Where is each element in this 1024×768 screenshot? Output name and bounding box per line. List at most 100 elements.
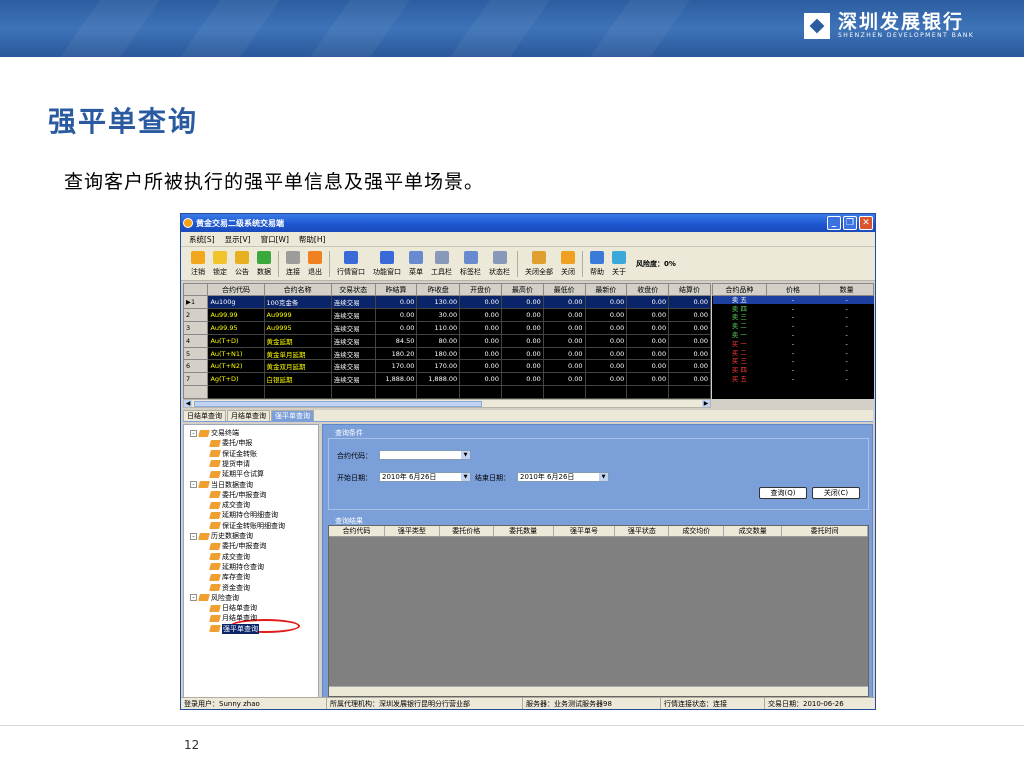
- tree-item[interactable]: 资金查询: [209, 583, 250, 593]
- app-icon: [183, 218, 193, 228]
- result-column-header[interactable]: 强平状态: [615, 526, 670, 536]
- result-column-header[interactable]: 强平单号: [554, 526, 616, 536]
- depth-row[interactable]: 卖 三--: [712, 313, 874, 322]
- tab-monthly-statement[interactable]: 月结单查询: [227, 410, 270, 421]
- result-column-header[interactable]: 强平类型: [385, 526, 440, 536]
- tree-item[interactable]: 委托/申报: [209, 438, 252, 448]
- scroll-left-icon[interactable]: ◀: [184, 400, 192, 407]
- scroll-thumb[interactable]: [194, 401, 482, 407]
- close-window-button[interactable]: ✕: [859, 216, 873, 230]
- tree-item[interactable]: 延期平仓试算: [209, 469, 264, 479]
- depth-row[interactable]: 买 三--: [713, 357, 874, 366]
- tree-toggle-icon[interactable]: -: [190, 532, 197, 540]
- result-column-header[interactable]: 委托数量: [494, 526, 554, 536]
- menu-window[interactable]: 窗口[W]: [261, 234, 289, 245]
- chevron-down-icon[interactable]: ▼: [461, 451, 470, 459]
- tree-toggle-icon[interactable]: -: [190, 429, 197, 437]
- tree-group[interactable]: - 交易终端: [190, 428, 239, 438]
- toolbar-button[interactable]: 菜单: [405, 248, 427, 280]
- depth-row[interactable]: 买 二--: [713, 348, 874, 357]
- quote-header: 昨结算: [374, 283, 418, 296]
- toolbar-button[interactable]: 退出: [304, 248, 326, 280]
- table-row[interactable]: 7 Ag(T+D) 白银延期 连续交易 1,888.00 1,888.00 0.00 0.00…: [183, 372, 711, 387]
- toolbar-button[interactable]: 关闭: [557, 248, 579, 280]
- table-row[interactable]: 3 Au99.95 Au9995 连续交易 0.00 110.00 0.00 0.00 0.00…: [183, 320, 711, 335]
- tree-item[interactable]: 保证金转账: [209, 449, 257, 459]
- tree-item[interactable]: 延期持仓查询: [209, 562, 264, 572]
- table-row[interactable]: 5 Au(T+N1) 黄金单月延期 连续交易 180.20 180.00 0.00 0.00 0…: [183, 346, 711, 361]
- tree-item[interactable]: 强平单查询: [209, 623, 259, 634]
- tree-item[interactable]: 日结单查询: [209, 603, 257, 613]
- scroll-right-icon[interactable]: ▶: [702, 400, 710, 407]
- table-row[interactable]: 6 Au(T+N2) 黄金双月延期 连续交易 170.00 170.00 0.00 0.00 0…: [183, 359, 711, 374]
- result-column-header[interactable]: 委托价格: [440, 526, 494, 536]
- tree-group[interactable]: - 风险查询: [190, 593, 239, 603]
- tree-item[interactable]: 成交查询: [209, 500, 250, 510]
- close-button[interactable]: 关闭(C): [812, 487, 860, 499]
- toolbar-button[interactable]: 工具栏: [427, 248, 456, 280]
- tab-forced-liquidation[interactable]: 强平单查询: [271, 410, 314, 421]
- table-row[interactable]: 4 Au(T+D) 黄金延期 连续交易 84.50 80.00 0.00 0.00 0.00 0.…: [183, 333, 711, 348]
- quote-header: 交易状态: [330, 283, 376, 296]
- result-horizontal-scrollbar[interactable]: [329, 686, 868, 696]
- tree-toggle-icon[interactable]: -: [190, 594, 197, 602]
- depth-level: 买 三: [731, 357, 747, 366]
- price-cell: 0.00: [584, 333, 628, 348]
- tab-daily-statement[interactable]: 日结单查询: [183, 410, 226, 421]
- toolbar-button[interactable]: 标签栏: [456, 248, 485, 280]
- toolbar-button[interactable]: 行情窗口: [333, 248, 369, 280]
- price-cell: 0.00: [374, 307, 418, 322]
- minimize-button[interactable]: _: [827, 216, 841, 230]
- result-column-header[interactable]: 成交数量: [724, 526, 783, 536]
- window-titlebar[interactable]: 黄金交易二级系统交易端 _ ❐ ✕: [181, 214, 875, 232]
- restore-button[interactable]: ❐: [843, 216, 857, 230]
- toolbar-icon: [235, 250, 249, 264]
- tree-item[interactable]: 延期持仓明细查询: [209, 510, 278, 520]
- tree-group[interactable]: - 历史数据查询: [190, 531, 253, 541]
- contract-code-select[interactable]: ▼: [379, 450, 471, 460]
- depth-row[interactable]: 卖 五--: [712, 295, 874, 305]
- toolbar-button[interactable]: 数据: [253, 248, 275, 280]
- toolbar-button[interactable]: 注销: [187, 248, 209, 280]
- result-column-header[interactable]: 成交均价: [669, 526, 725, 536]
- tree-item[interactable]: 月结单查询: [209, 613, 257, 623]
- toolbar-button[interactable]: 功能窗口: [369, 248, 405, 280]
- toolbar-button[interactable]: 关于: [608, 248, 630, 280]
- end-date-picker[interactable]: 2010年 6月26日 ▼: [517, 472, 609, 482]
- tree-label: 日结单查询: [222, 604, 257, 613]
- tree-item[interactable]: 成交查询: [209, 552, 250, 562]
- toolbar-button[interactable]: 连接: [282, 248, 304, 280]
- depth-row[interactable]: 买 一--: [713, 339, 874, 348]
- depth-row[interactable]: 买 四--: [713, 366, 874, 375]
- toolbar-button[interactable]: 关闭全部: [521, 248, 557, 280]
- table-row[interactable]: ▶1 Au100g 100克金条 连续交易 0.00 130.00 0.00 0.00 0.00…: [183, 295, 711, 309]
- toolbar-button[interactable]: 帮助: [586, 248, 608, 280]
- depth-row[interactable]: 卖 二--: [712, 321, 874, 331]
- tree-item[interactable]: 委托/申报查询: [209, 490, 266, 500]
- calendar-dropdown-icon[interactable]: ▼: [599, 473, 608, 481]
- start-date-picker[interactable]: 2010年 6月26日 ▼: [379, 472, 471, 482]
- tree-item[interactable]: 库存查询: [209, 572, 250, 582]
- toolbar-button[interactable]: 锁定: [209, 248, 231, 280]
- tree-item[interactable]: 委托/申报查询: [209, 541, 266, 551]
- contract-name: 黄金单月延期: [263, 346, 332, 361]
- result-column-header[interactable]: 合约代码: [329, 526, 385, 536]
- tree-item[interactable]: 保证金转账明细查询: [209, 521, 285, 531]
- tree-item[interactable]: 提货申请: [209, 459, 250, 469]
- tree-group[interactable]: - 当日数据查询: [190, 480, 253, 490]
- menu-help[interactable]: 帮助[H]: [299, 234, 326, 245]
- result-column-header[interactable]: 委托时间: [782, 526, 868, 536]
- toolbar-button[interactable]: 状态栏: [485, 248, 514, 280]
- menu-system[interactable]: 系统[S]: [189, 234, 215, 245]
- depth-row[interactable]: 卖 四--: [712, 304, 874, 314]
- toolbar-button[interactable]: 公告: [231, 248, 253, 280]
- tree-toggle-icon[interactable]: -: [190, 481, 197, 488]
- query-tabs: 日结单查询 月结单查询 强平单查询: [183, 410, 873, 422]
- table-row[interactable]: 2 Au99.99 Au9999 连续交易 0.00 30.00 0.00 0.00 0.00 0…: [183, 307, 711, 322]
- calendar-dropdown-icon[interactable]: ▼: [461, 473, 470, 481]
- query-button[interactable]: 查询(Q): [759, 487, 807, 499]
- quote-horizontal-scrollbar[interactable]: ◀ ▶: [183, 399, 711, 408]
- depth-row[interactable]: 买 五--: [713, 375, 874, 384]
- menu-view[interactable]: 显示[V]: [225, 234, 251, 245]
- depth-row[interactable]: 卖 一--: [712, 330, 874, 340]
